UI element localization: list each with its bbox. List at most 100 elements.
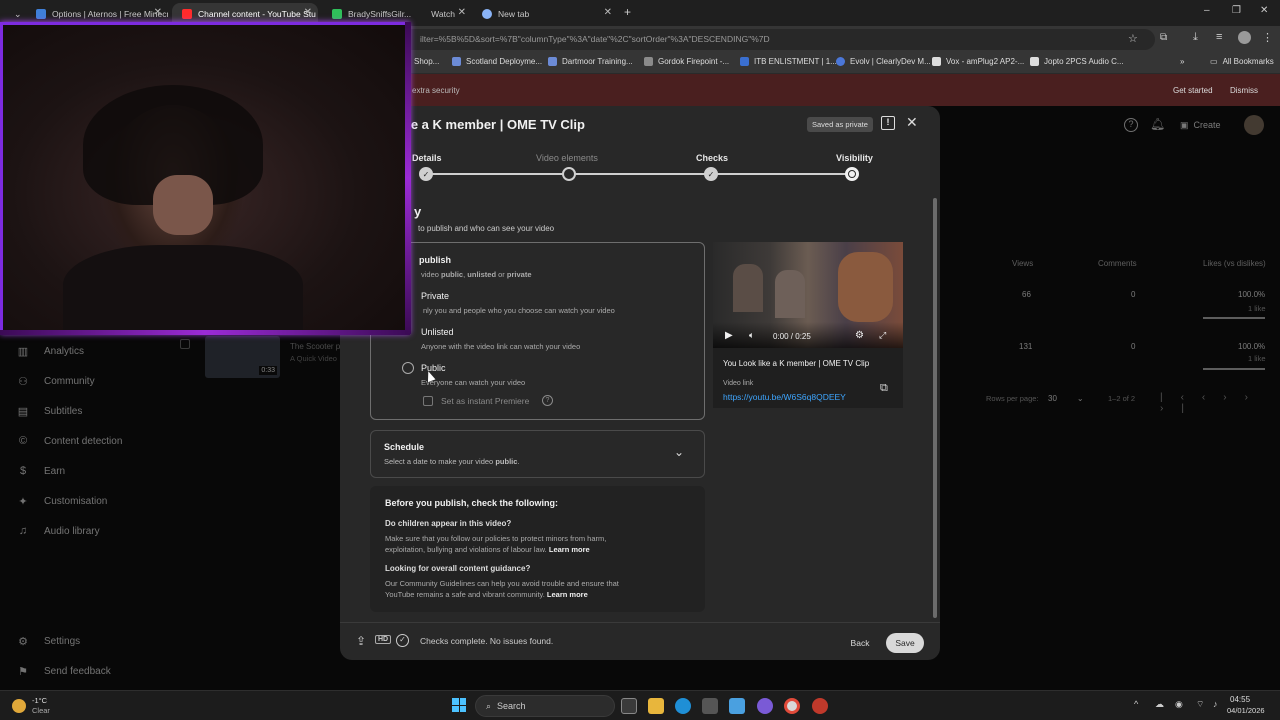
new-tab-plus-icon[interactable]: + [624, 5, 631, 19]
help-icon[interactable]: ? [542, 395, 553, 406]
sub-public: public [441, 270, 464, 279]
bookmark-label: Evolv | ClearlyDev M... [850, 57, 931, 66]
checklist-answer: Make sure that you follow our policies t… [385, 534, 607, 543]
restore-icon[interactable]: ❐ [1232, 5, 1241, 16]
bookmark-item[interactable]: Dartmoor Training... [548, 57, 633, 66]
close-icon[interactable]: ✕ [304, 7, 312, 18]
dismiss-button[interactable]: Dismiss [1230, 86, 1258, 95]
volume-icon[interactable]: 🔈︎ [749, 330, 754, 341]
dialog-title: ike a K member | OME TV Clip [400, 117, 585, 132]
bookmark-item[interactable]: Evolv | ClearlyDev M... [836, 57, 931, 66]
settings-gear-icon[interactable]: ⚙ [855, 330, 864, 341]
bookmark-item[interactable]: Shop... [414, 57, 439, 66]
option-unlisted-label[interactable]: Unlisted [421, 327, 454, 337]
task-view-icon[interactable] [621, 698, 637, 714]
step-visibility-current-dot [845, 167, 859, 181]
all-bookmarks[interactable]: ▭ All Bookmarks [1210, 57, 1274, 66]
step-checks[interactable]: Checks [696, 153, 728, 163]
bookmarks-overflow-icon[interactable]: » [1180, 57, 1184, 66]
back-button[interactable]: Back [840, 633, 880, 653]
url-input[interactable]: ilter=%5B%5D&sort=%7B"columnType"%3A"dat… [400, 29, 1155, 50]
video-link[interactable]: https://youtu.be/W6S6q8QDEEY [723, 392, 846, 402]
chrome-icon[interactable] [784, 698, 800, 714]
public-radio[interactable] [402, 362, 414, 374]
close-window-icon[interactable]: ✕ [1260, 5, 1268, 16]
step-details[interactable]: Details [412, 153, 442, 163]
learn-more-link[interactable]: Learn more [549, 545, 590, 554]
save-button[interactable]: Save [886, 633, 924, 653]
report-icon[interactable]: ! [881, 116, 895, 130]
tab-title: Channel content - YouTube Stu [198, 9, 316, 19]
bookmark-label: Dartmoor Training... [562, 57, 633, 66]
dialog-scrollbar[interactable] [933, 198, 937, 618]
schedule-section[interactable]: Schedule Select a date to make your vide… [370, 430, 705, 478]
tab-title: BradySniffsGilr... [348, 9, 412, 19]
wifi-icon[interactable]: ⌔ [1196, 699, 1204, 710]
cloud-icon[interactable]: ☁ [1155, 699, 1164, 710]
tab-new-tab[interactable]: New tab ✕ [472, 3, 618, 25]
app-icon[interactable] [729, 698, 745, 714]
bookmark-item[interactable]: Jopto 2PCS Audio C... [1030, 57, 1124, 66]
visibility-options: publish video public, unlisted or privat… [370, 242, 705, 420]
checklist-answer-text: exploitation, bullying and violations of… [385, 545, 547, 554]
hd-icon: HD [375, 635, 392, 644]
step-visibility[interactable]: Visibility [836, 153, 873, 163]
clock-date[interactable]: 04/01/2026 [1227, 706, 1265, 715]
bookmark-item[interactable]: Vox - amPlug2 AP2-... [932, 57, 1024, 66]
more-menu-icon[interactable]: ⋮ [1262, 31, 1273, 44]
step-video-elements[interactable]: Video elements [536, 153, 598, 163]
schedule-sub-prefix: Select a date to make your video [384, 457, 496, 466]
video-link-label: Video link [723, 380, 754, 387]
download-icon[interactable]: ⤓ [1193, 31, 1198, 44]
windows-start-icon[interactable] [452, 698, 466, 712]
bookmark-item[interactable]: Gordok Firepoint -... [644, 57, 729, 66]
bookmark-favicon-icon [452, 57, 461, 66]
bookmark-favicon-icon [644, 57, 653, 66]
schedule-sub: Select a date to make your video public. [384, 457, 520, 466]
play-icon[interactable]: ▶ [725, 330, 733, 341]
taskbar-search[interactable]: ⌕ Search [475, 695, 615, 717]
close-icon[interactable]: ✕ [604, 7, 612, 18]
bookmark-favicon-icon [836, 57, 845, 66]
extensions-icon[interactable]: ⧉ [1160, 32, 1167, 43]
visibility-dialog: ike a K member | OME TV Clip Saved as pr… [340, 106, 940, 660]
minimize-icon[interactable]: – [1204, 5, 1210, 16]
close-icon[interactable]: ✕ [154, 7, 162, 18]
bookmark-star-icon[interactable]: ☆ [1128, 32, 1138, 45]
youtube-favicon-icon [182, 9, 192, 19]
bookmark-item[interactable]: Scotland Deployme... [452, 57, 542, 66]
fullscreen-icon[interactable]: ⤢ [879, 330, 886, 341]
weather-moon-icon[interactable] [12, 699, 26, 713]
bookmark-label: Jopto 2PCS Audio C... [1044, 57, 1124, 66]
copy-icon[interactable]: ⧉ [880, 382, 888, 395]
get-started-button[interactable]: Get started [1173, 86, 1213, 95]
edge-icon[interactable] [675, 698, 691, 714]
media-controls-icon[interactable]: ≡ [1216, 31, 1222, 43]
close-icon[interactable]: ✕ [458, 7, 466, 18]
tray-chevron-up-icon[interactable]: ^ [1134, 699, 1138, 709]
mic-icon[interactable]: ◉ [1175, 699, 1183, 710]
learn-more-link[interactable]: Learn more [547, 590, 588, 599]
bookmark-label: Vox - amPlug2 AP2-... [946, 57, 1025, 66]
checklist-answer: exploitation, bullying and violations of… [385, 545, 590, 554]
obs-icon[interactable] [812, 698, 828, 714]
option-private-label[interactable]: Private [421, 291, 449, 301]
bookmark-favicon-icon [548, 57, 557, 66]
chevron-down-icon[interactable]: ⌄ [674, 445, 684, 459]
speaker-icon[interactable]: ♪ [1213, 699, 1218, 709]
instant-premiere-checkbox[interactable] [423, 396, 433, 406]
bookmark-label: Scotland Deployme... [466, 57, 543, 66]
file-explorer-icon[interactable] [648, 698, 664, 714]
spotify-favicon-icon [332, 9, 342, 19]
discord-icon[interactable] [757, 698, 773, 714]
tab-title: Watch [431, 9, 455, 19]
store-icon[interactable] [702, 698, 718, 714]
checks-complete-icon: ✓ [396, 634, 409, 647]
clock-time[interactable]: 04:55 [1230, 695, 1250, 704]
player-time: 0:00 / 0:25 [773, 332, 811, 341]
bookmark-item[interactable]: ITB ENLISTMENT | 1... [740, 57, 837, 66]
close-dialog-icon[interactable]: ✕ [906, 114, 918, 131]
video-player[interactable]: ▶ 🔈︎ 0:00 / 0:25 ⚙ ⤢ [713, 242, 903, 348]
prepublish-checklist: Before you publish, check the following:… [370, 486, 705, 612]
profile-avatar-icon[interactable] [1238, 31, 1251, 44]
